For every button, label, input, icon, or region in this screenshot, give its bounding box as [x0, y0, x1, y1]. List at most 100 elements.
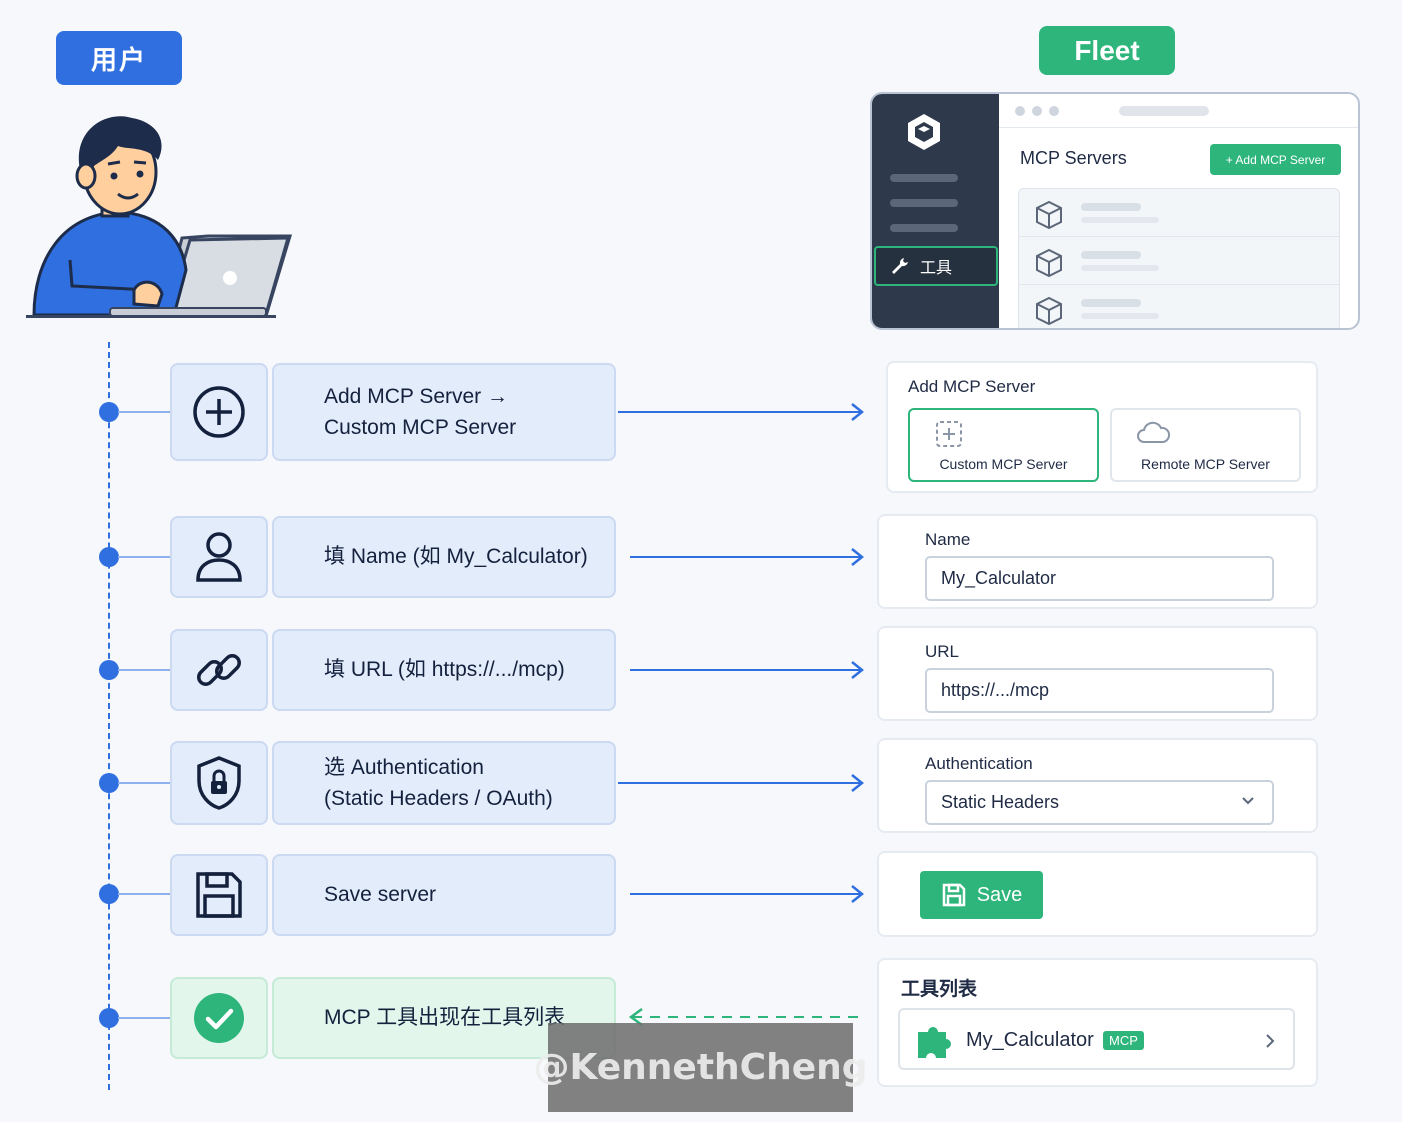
shield-lock-icon — [197, 756, 241, 810]
fleet-header-badge: Fleet — [1039, 26, 1175, 75]
link-icon — [197, 654, 241, 686]
wrench-icon — [892, 258, 908, 274]
arrow-right — [630, 548, 865, 566]
step-label: (Static Headers / OAuth) — [324, 787, 553, 810]
timeline-dot — [99, 884, 119, 904]
arrow-right — [630, 661, 865, 679]
timeline-dot — [99, 402, 119, 422]
user-icon — [196, 532, 242, 582]
sidebar-placeholder — [890, 199, 958, 207]
timeline-connector — [118, 782, 170, 784]
placeholder-line — [1081, 251, 1141, 259]
arrow-right — [618, 774, 865, 792]
timeline-dot — [99, 773, 119, 793]
step-label-box: Save server — [272, 854, 616, 936]
chevron-down-icon — [1242, 797, 1254, 805]
cube-icon — [1036, 296, 1062, 326]
save-button[interactable]: Save — [920, 871, 1043, 919]
card-title: 工具列表 — [901, 979, 978, 1000]
field-label: Authentication — [925, 754, 1033, 773]
name-field[interactable]: My_Calculator — [925, 556, 1274, 601]
add-mcp-server-button[interactable]: + Add MCP Server — [1210, 144, 1341, 175]
field-label: URL — [925, 642, 960, 661]
placeholder-line — [1081, 299, 1141, 307]
timeline-line — [108, 342, 110, 1090]
option-label: Custom MCP Server — [939, 456, 1068, 472]
ground-line — [26, 315, 276, 318]
authentication-card: Authentication Static Headers — [877, 738, 1318, 833]
option-remote-mcp-server[interactable]: Remote MCP Server — [1110, 408, 1301, 482]
tool-name: My_Calculator — [966, 1029, 1094, 1051]
step-label-box: 填 URL (如 https://.../mcp) — [272, 629, 616, 711]
user-laptop-illustration — [32, 116, 293, 318]
app-sidebar: 工具 — [872, 94, 999, 328]
window-dot — [1015, 106, 1025, 116]
timeline-connector — [118, 411, 170, 413]
cloud-icon — [1137, 421, 1170, 443]
arrow-right — [618, 403, 865, 421]
url-field[interactable]: https://.../mcp — [925, 668, 1274, 713]
timeline-connector — [118, 1017, 170, 1019]
step-icon-box — [170, 363, 268, 461]
puzzle-piece-icon — [918, 1027, 951, 1058]
step-icon-box — [170, 516, 268, 598]
step-label-box: Add MCP Server → Custom MCP Server — [272, 363, 616, 461]
authentication-select[interactable]: Static Headers — [925, 780, 1274, 825]
cube-icon — [1036, 200, 1062, 230]
step-label-box: 填 Name (如 My_Calculator) — [272, 516, 616, 598]
step-icon-box — [170, 977, 268, 1059]
list-item[interactable] — [1019, 285, 1339, 328]
sidebar-placeholder — [890, 174, 958, 182]
window-dot — [1049, 106, 1059, 116]
timeline-connector — [118, 669, 170, 671]
timeline-dot — [99, 660, 119, 680]
watermark: @KennethCheng — [533, 1023, 868, 1112]
step-label: Add MCP Server → — [324, 384, 509, 408]
save-button-label: Save — [976, 883, 1023, 906]
card-title: Add MCP Server — [908, 377, 1036, 396]
fleet-app-window: 工具 MCP Servers + Add MCP Server — [870, 92, 1360, 330]
select-value: Static Headers — [941, 792, 1060, 812]
timeline-dot — [99, 547, 119, 567]
step-icon-box — [170, 854, 268, 936]
placeholder-line — [1081, 203, 1141, 211]
step-label: Save server — [324, 883, 437, 907]
step-label: 填 URL (如 https://.../mcp) — [324, 658, 565, 682]
placeholder-line — [1081, 313, 1159, 319]
floppy-disk-icon — [196, 872, 242, 918]
option-custom-mcp-server[interactable]: Custom MCP Server — [908, 408, 1099, 482]
sidebar-item-label: 工具 — [920, 260, 953, 277]
list-item[interactable] — [1019, 237, 1339, 285]
chevron-right-icon — [1266, 1034, 1275, 1048]
field-label: Name — [925, 530, 971, 549]
timeline-dot — [99, 1008, 119, 1028]
sidebar-placeholder — [890, 224, 958, 232]
add-mcp-server-card: Add MCP Server Custom MCP Server Remote … — [886, 361, 1318, 493]
placeholder-line — [1081, 265, 1159, 271]
step-icon-box — [170, 629, 268, 711]
cube-icon — [1036, 248, 1062, 278]
window-dot — [1032, 106, 1042, 116]
fleet-logo-icon — [908, 114, 940, 150]
step-label-box: 选 Authentication (Static Headers / OAuth… — [272, 741, 616, 825]
timeline-connector — [118, 893, 170, 895]
option-label: Remote MCP Server — [1141, 456, 1270, 472]
step-label: 填 Name (如 My_Calculator) — [324, 545, 588, 569]
name-card: Name My_Calculator — [877, 514, 1318, 609]
list-item[interactable] — [1019, 189, 1339, 237]
app-topbar — [999, 94, 1358, 128]
tool-list-item[interactable]: My_Calculator MCP — [898, 1008, 1295, 1070]
floppy-disk-icon — [942, 883, 965, 907]
step-label: 选 Authentication — [324, 755, 484, 779]
timeline-connector — [118, 556, 170, 558]
check-circle-icon — [194, 993, 244, 1043]
placeholder-line — [1081, 217, 1159, 223]
server-list — [1018, 188, 1340, 328]
step-label: Custom MCP Server — [324, 416, 517, 439]
mcp-badge: MCP — [1103, 1031, 1144, 1050]
step-icon-box — [170, 741, 268, 825]
url-card: URL https://.../mcp — [877, 626, 1318, 721]
arrow-right — [630, 885, 865, 903]
sidebar-item-tools[interactable]: 工具 — [874, 246, 998, 286]
plus-square-icon — [936, 421, 962, 447]
